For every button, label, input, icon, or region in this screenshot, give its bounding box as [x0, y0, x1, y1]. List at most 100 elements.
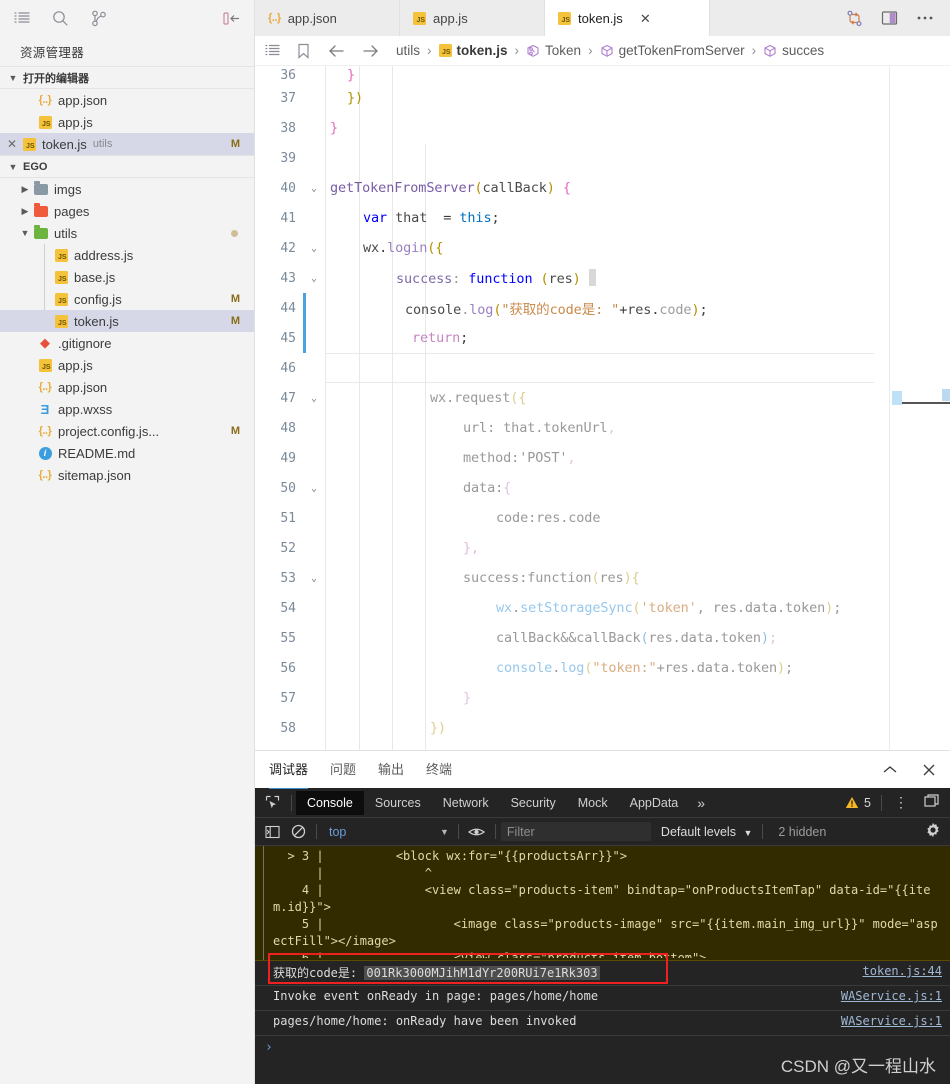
close-icon[interactable] — [922, 763, 936, 777]
code-editor[interactable]: 36 } 37 }) 38 } 39 40 ⌄ getTokenFromServ… — [255, 66, 950, 750]
panel-tab-output[interactable]: 输出 — [378, 759, 404, 780]
breadcrumb-separator: › — [514, 43, 520, 58]
folder-icon — [32, 224, 50, 239]
open-editors-header[interactable]: ▼ 打开的编辑器 — [0, 66, 254, 89]
devtools-tab-appdata[interactable]: AppData — [619, 791, 690, 815]
chevron-up-icon[interactable] — [882, 764, 898, 775]
tree-item-gitignore[interactable]: ◆ .gitignore — [0, 332, 254, 354]
fold-chevron-down-icon[interactable]: ⌄ — [303, 273, 325, 284]
live-expression-icon[interactable] — [464, 826, 490, 838]
current-line-highlight — [325, 353, 874, 383]
bookmark-icon[interactable] — [297, 43, 310, 59]
warning-count-badge[interactable]: 5 — [845, 796, 877, 810]
console-warning-group[interactable]: > 3 | <block wx:for="{{productsArr}}"> |… — [255, 846, 950, 961]
tab-token-js[interactable]: JS token.js ✕ — [545, 0, 710, 36]
tree-item-sitemap-json[interactable]: {..} sitemap.json — [0, 464, 254, 486]
execution-context-selector[interactable]: top — [322, 825, 440, 839]
open-editor-app-js[interactable]: JS app.js — [0, 111, 254, 133]
tree-item-config-js[interactable]: JS config.js M — [0, 288, 254, 310]
collapse-sidebar-icon[interactable] — [222, 11, 240, 26]
fold-chevron-down-icon[interactable]: ⌄ — [303, 183, 325, 194]
breadcrumb-item-utils[interactable]: utils — [396, 43, 420, 58]
tree-item-project-config[interactable]: {..} project.config.js... M — [0, 420, 254, 442]
json-file-icon: {..} — [38, 94, 52, 106]
line-number: 55 — [280, 630, 296, 646]
console-warning-line: > 3 | <block wx:for="{{productsArr}}"> — [273, 849, 628, 863]
outline-icon[interactable] — [265, 44, 280, 57]
js-file-icon: JS — [413, 11, 426, 25]
fold-chevron-down-icon[interactable]: ⌄ — [303, 573, 325, 584]
code-text: }) — [430, 720, 447, 736]
dock-panel-icon[interactable] — [916, 794, 950, 811]
console-filter-bar: top ▼ Filter Default levels ▼ 2 hidden — [255, 818, 950, 846]
code-line-36: 36 } — [255, 66, 950, 83]
source-control-icon[interactable] — [91, 10, 107, 27]
tree-item-base-js[interactable]: JS base.js — [0, 266, 254, 288]
console-output[interactable]: > 3 | <block wx:for="{{productsArr}}"> |… — [255, 846, 950, 1084]
line-number: 40 — [280, 180, 296, 196]
open-editor-token-js[interactable]: ✕ JS token.js utils M — [0, 133, 254, 155]
devtools-tab-security[interactable]: Security — [500, 791, 567, 815]
devtools-tab-bar: Console Sources Network Security Mock Ap… — [255, 788, 950, 818]
devtools-tab-console[interactable]: Console — [296, 790, 364, 815]
devtools-tab-network[interactable]: Network — [432, 791, 500, 815]
line-number: 49 — [280, 450, 296, 466]
breadcrumb-separator: › — [427, 43, 432, 58]
project-header-ego[interactable]: ▼ EGO — [0, 155, 254, 178]
devtools-overflow-icon[interactable]: » — [689, 795, 713, 811]
breadcrumb-item-token[interactable]: Token — [526, 43, 581, 58]
settings-gear-icon[interactable] — [925, 822, 946, 841]
console-message-source[interactable]: WAService.js:1 — [841, 1014, 942, 1028]
tree-item-pages[interactable]: ▶ pages — [0, 200, 254, 222]
console-sidebar-icon[interactable] — [259, 825, 285, 839]
console-message-source[interactable]: WAService.js:1 — [841, 989, 942, 1003]
console-message-onready-invoked[interactable]: pages/home/home: onReady have been invok… — [255, 1011, 950, 1036]
tree-item-readme[interactable]: i README.md — [0, 442, 254, 464]
js-file-icon: JS — [36, 358, 54, 372]
panel-tab-debugger[interactable]: 调试器 — [269, 759, 309, 789]
console-filter-input[interactable]: Filter — [500, 822, 651, 841]
tab-app-json[interactable]: {..} app.json — [255, 0, 400, 36]
code-line-56: 56 console.log("token:"+res.data.token); — [255, 653, 950, 683]
tree-item-token-js[interactable]: JS token.js M — [0, 310, 254, 332]
breadcrumb-item-success[interactable]: succes — [763, 43, 824, 58]
close-icon[interactable]: ✕ — [4, 137, 20, 151]
breadcrumb-item-gettokenfromserver[interactable]: getTokenFromServer — [600, 43, 745, 58]
devtools-tab-sources[interactable]: Sources — [364, 791, 432, 815]
code-line-57: 57 } — [255, 683, 950, 713]
clear-console-icon[interactable] — [285, 824, 311, 839]
list-icon[interactable] — [14, 11, 30, 25]
tree-item-app-js[interactable]: JS app.js — [0, 354, 254, 376]
split-editor-icon[interactable] — [881, 10, 898, 26]
folder-icon — [32, 202, 50, 217]
chevron-down-icon[interactable]: ▼ — [440, 827, 449, 837]
tree-item-label: utils — [54, 225, 78, 241]
tree-item-app-json[interactable]: {..} app.json — [0, 376, 254, 398]
inspect-element-icon[interactable] — [257, 795, 287, 810]
back-arrow-icon[interactable] — [327, 44, 345, 58]
console-message-onready-invoke[interactable]: Invoke event onReady in page: pages/home… — [255, 986, 950, 1011]
close-icon[interactable]: ✕ — [640, 12, 651, 25]
fold-chevron-down-icon[interactable]: ⌄ — [303, 243, 325, 254]
more-actions-icon[interactable] — [916, 15, 934, 21]
json-file-icon: {..} — [38, 381, 52, 393]
forward-arrow-icon[interactable] — [362, 44, 380, 58]
tree-item-utils[interactable]: ▼ utils — [0, 222, 254, 244]
panel-tab-problems[interactable]: 问题 — [330, 759, 356, 780]
breadcrumb-label: succes — [782, 43, 825, 58]
tab-app-js[interactable]: JS app.js — [400, 0, 545, 36]
breadcrumb-item-token-js[interactable]: JS token.js — [438, 43, 508, 58]
split-compare-icon[interactable] — [846, 10, 863, 27]
panel-tab-terminal[interactable]: 终端 — [426, 759, 452, 780]
search-icon[interactable] — [52, 10, 69, 27]
tree-item-imgs[interactable]: ▶ imgs — [0, 178, 254, 200]
open-editor-app-json[interactable]: {..} app.json — [0, 89, 254, 111]
kebab-menu-icon[interactable]: ⋮ — [886, 794, 916, 811]
tree-item-app-wxss[interactable]: Ǝ app.wxss — [0, 398, 254, 420]
devtools-tab-mock[interactable]: Mock — [567, 791, 619, 815]
fold-chevron-down-icon[interactable]: ⌄ — [303, 393, 325, 404]
log-levels-selector[interactable]: Default levels ▼ — [661, 825, 752, 839]
fold-chevron-down-icon[interactable]: ⌄ — [303, 483, 325, 494]
console-message-source[interactable]: token.js:44 — [863, 964, 942, 978]
tree-item-address-js[interactable]: JS address.js — [0, 244, 254, 266]
